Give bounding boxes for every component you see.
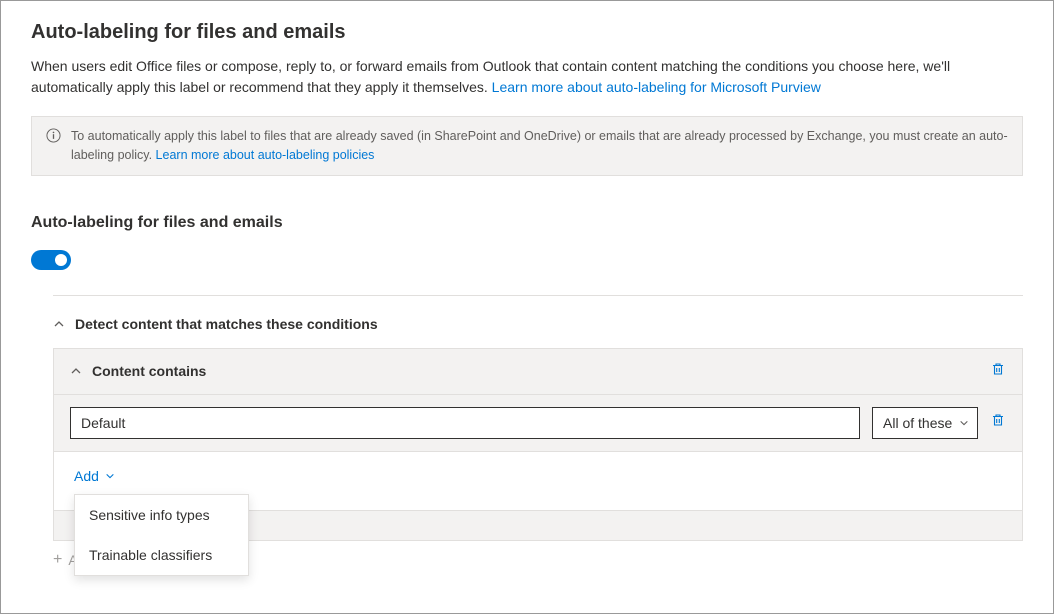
info-icon [46,128,61,149]
chevron-down-icon [959,418,969,428]
content-contains-label: Content contains [92,363,206,379]
conditions-section: Detect content that matches these condit… [53,316,1023,569]
section-heading: Auto-labeling for files and emails [31,214,1023,232]
toggle-row [31,250,1023,275]
plus-icon: + [53,551,62,569]
add-button-label: Add [74,468,99,484]
conditions-header-label: Detect content that matches these condit… [75,316,378,332]
content-contains-header-left[interactable]: Content contains [70,363,206,379]
chevron-up-icon [53,318,65,330]
info-banner-link[interactable]: Learn more about auto-labeling policies [156,148,375,162]
menu-item-sensitive-info-types[interactable]: Sensitive info types [75,495,248,535]
trash-icon[interactable] [990,412,1006,433]
trash-icon[interactable] [990,361,1006,382]
group-name-input[interactable] [70,407,860,439]
page-description: When users edit Office files or compose,… [31,56,1023,98]
conditions-header[interactable]: Detect content that matches these condit… [53,316,1023,332]
add-section: Add Sensitive info types Trainable class… [54,452,1022,510]
match-mode-value: All of these [883,415,952,431]
auto-labeling-toggle[interactable] [31,250,71,270]
group-name-row: All of these [54,395,1022,452]
chevron-up-icon [70,365,82,377]
divider [53,295,1023,296]
add-button[interactable]: Add [74,468,115,484]
add-menu: Sensitive info types Trainable classifie… [74,494,249,576]
menu-item-trainable-classifiers[interactable]: Trainable classifiers [75,535,248,575]
chevron-down-icon [105,471,115,481]
content-contains-box: Content contains All of these Add Sensit… [53,348,1023,541]
match-mode-dropdown[interactable]: All of these [872,407,978,439]
info-banner: To automatically apply this label to fil… [31,116,1023,176]
content-contains-header: Content contains [54,349,1022,395]
info-banner-content: To automatically apply this label to fil… [71,127,1008,165]
learn-more-link[interactable]: Learn more about auto-labeling for Micro… [492,79,821,95]
page-title: Auto-labeling for files and emails [31,21,1023,44]
